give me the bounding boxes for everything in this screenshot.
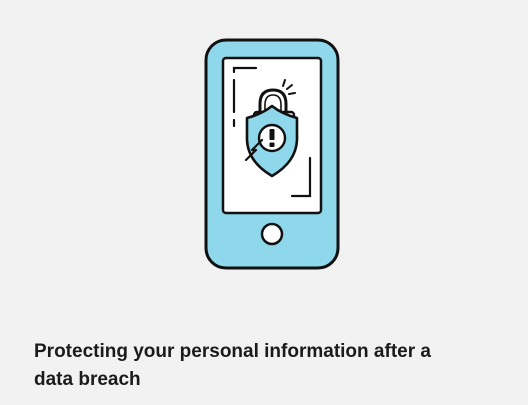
phone-lock-breach-icon: [204, 38, 340, 270]
article-title[interactable]: Protecting your personal information aft…: [34, 338, 474, 394]
home-button: [260, 222, 284, 246]
article-card[interactable]: Protecting your personal information aft…: [0, 0, 528, 405]
